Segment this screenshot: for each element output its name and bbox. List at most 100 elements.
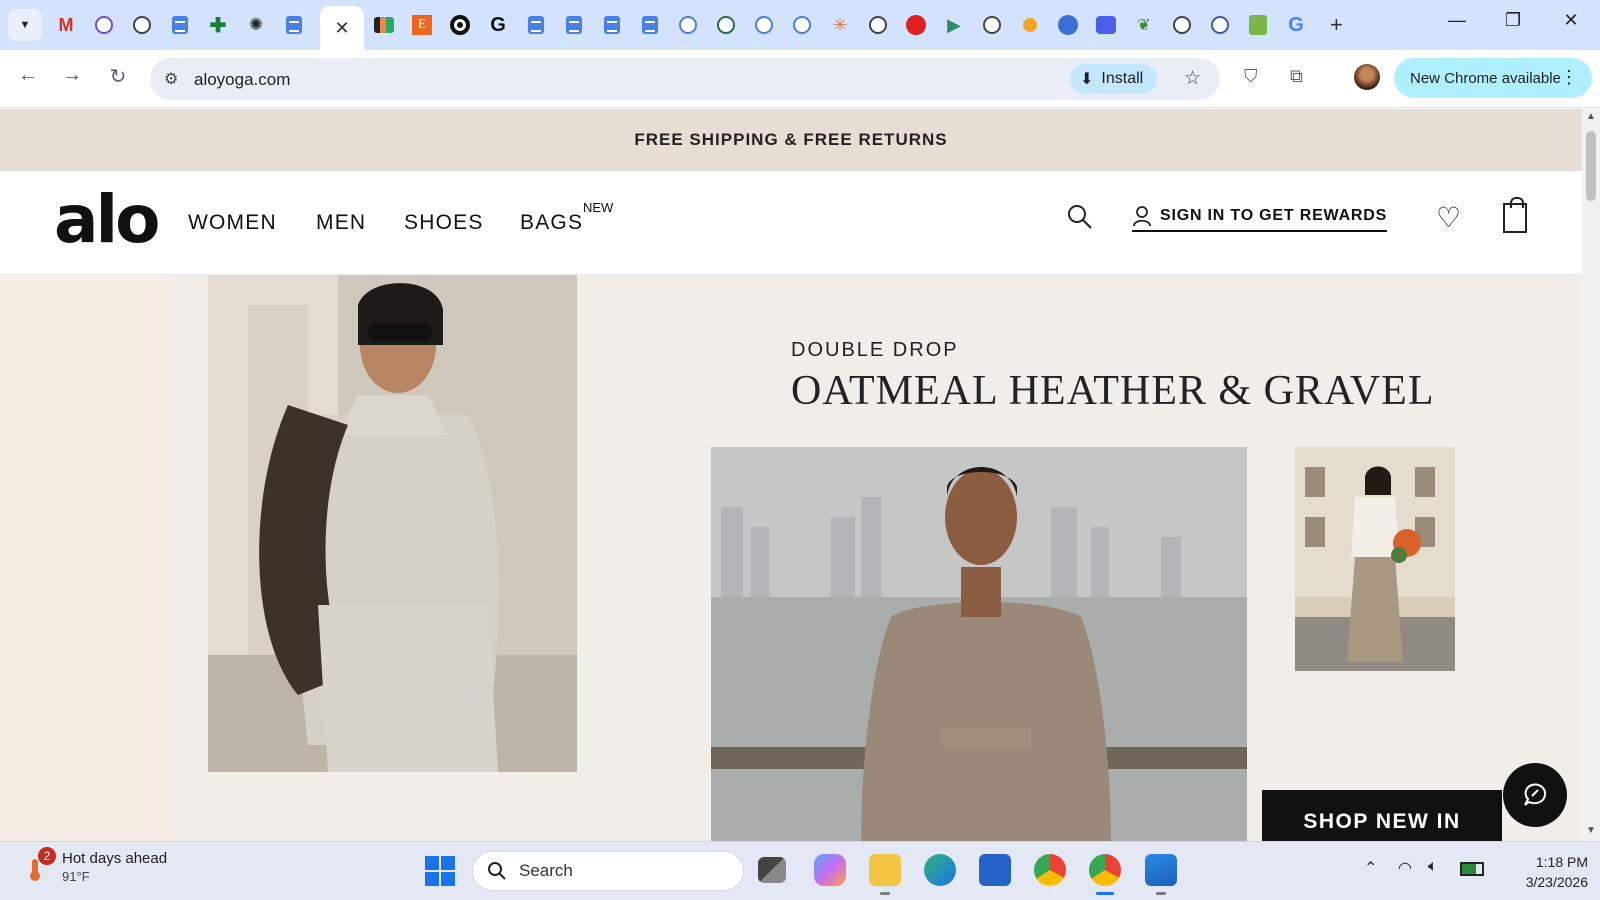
site-icon	[1058, 15, 1078, 35]
running-indicator	[1156, 892, 1166, 895]
tab-google[interactable]: G	[1284, 13, 1308, 37]
tab-search-button[interactable]: ▼	[8, 9, 42, 41]
window-close-icon[interactable]: ✕	[1556, 10, 1586, 31]
tab-docs[interactable]	[638, 13, 662, 37]
close-icon[interactable]: ✕	[334, 18, 349, 39]
site-icon	[95, 16, 113, 34]
task-view-icon[interactable]	[758, 857, 786, 883]
tab-site[interactable]	[448, 13, 472, 37]
shield-extension-icon[interactable]: ⛉	[1244, 66, 1258, 87]
google-icon	[1173, 16, 1191, 34]
microsoft-store-icon[interactable]	[979, 854, 1011, 886]
tab-site[interactable]	[790, 13, 814, 37]
search-icon[interactable]	[1066, 203, 1094, 231]
back-icon[interactable]: ←	[14, 64, 42, 87]
tab-docs[interactable]	[282, 13, 306, 37]
tab-docs[interactable]	[524, 13, 548, 37]
hero-photo-left[interactable]	[208, 275, 577, 772]
volume-icon[interactable]: 🔈︎	[1428, 858, 1438, 876]
windows-taskbar: 2 Hot days ahead 91°F Search ⌃ ◠ 🔈︎ 1:18…	[0, 841, 1600, 900]
shopping-bag-icon[interactable]	[1503, 197, 1527, 233]
nav-shoes[interactable]: SHOES	[404, 211, 484, 235]
forward-icon[interactable]: →	[58, 64, 86, 87]
chrome-icon[interactable]	[1034, 854, 1066, 886]
hero-photo-center[interactable]	[711, 447, 1247, 841]
profile-avatar[interactable]	[1354, 64, 1380, 90]
announcement-text: FREE SHIPPING & FREE RETURNS	[634, 130, 948, 149]
tab-youtube[interactable]	[904, 13, 928, 37]
url-text[interactable]: aloyoga.com	[194, 70, 290, 90]
tab-docs[interactable]	[168, 13, 192, 37]
edge-icon[interactable]	[924, 854, 956, 886]
hero-photo-right[interactable]	[1295, 447, 1455, 671]
tab-site[interactable]	[676, 13, 700, 37]
weather-widget[interactable]: 2 Hot days ahead 91°F	[24, 847, 167, 884]
tab-gmail[interactable]: M	[54, 13, 78, 37]
chevron-up-icon[interactable]: ⌃	[1364, 858, 1377, 878]
site-icon	[793, 16, 811, 34]
tab-docs[interactable]	[600, 13, 624, 37]
system-clock[interactable]: 1:18 PM 3/23/2026	[1508, 852, 1588, 892]
tab-etsy[interactable]: E	[410, 13, 434, 37]
wishlist-heart-icon[interactable]: ♡	[1436, 201, 1461, 234]
file-explorer-icon[interactable]	[869, 854, 901, 886]
scroll-up-icon[interactable]: ▲	[1586, 111, 1596, 122]
tab-site[interactable]	[980, 13, 1004, 37]
battery-icon[interactable]	[1460, 862, 1484, 876]
tab-claude[interactable]: ✳	[828, 13, 852, 37]
tab-site[interactable]	[1094, 13, 1118, 37]
youtube-icon	[906, 15, 926, 35]
shopping-bag-icon	[374, 17, 394, 33]
photos-icon[interactable]	[1145, 854, 1177, 886]
alo-logo[interactable]: alo	[54, 181, 161, 258]
minimize-icon[interactable]: —	[1442, 10, 1472, 31]
bookmark-star-icon[interactable]: ☆	[1184, 67, 1201, 90]
nav-men[interactable]: MEN	[316, 211, 366, 235]
tab-amazon[interactable]	[866, 13, 890, 37]
sign-in-rewards-link[interactable]: SIGN IN TO GET REWARDS	[1132, 205, 1388, 232]
tab-site[interactable]	[1018, 13, 1042, 37]
etsy-icon: E	[412, 15, 432, 35]
site-info-icon[interactable]: ⚙	[164, 69, 178, 89]
site-icon	[450, 15, 470, 35]
tab-site[interactable]	[1056, 13, 1080, 37]
update-chrome-button[interactable]: New Chrome available ⋮	[1394, 58, 1592, 98]
install-app-button[interactable]: ⬇ Install	[1070, 64, 1158, 94]
tab-site[interactable]	[92, 13, 116, 37]
address-bar[interactable]: ⚙ aloyoga.com ⬇ Install ☆	[150, 58, 1220, 100]
reload-icon[interactable]: ↻	[104, 64, 132, 89]
copilot-icon[interactable]	[814, 854, 846, 886]
start-button[interactable]	[425, 856, 455, 886]
hero-banner[interactable]: DOUBLE DROP OATMEAL HEATHER & GRAVEL SHO…	[0, 275, 1582, 841]
scroll-down-icon[interactable]: ▼	[1586, 825, 1596, 836]
tab-sheets[interactable]: ✚	[206, 13, 230, 37]
chrome-profile-icon[interactable]	[1089, 854, 1121, 886]
new-tab-button[interactable]: +	[1330, 12, 1343, 38]
chat-button[interactable]	[1503, 763, 1567, 827]
tab-site[interactable]: ❦	[1132, 13, 1156, 37]
shop-new-in-button[interactable]: SHOP NEW IN	[1262, 790, 1502, 841]
nav-bags[interactable]: BAGS	[520, 211, 583, 235]
tab-shop[interactable]	[372, 13, 396, 37]
tab-site[interactable]	[1208, 13, 1232, 37]
tab-play[interactable]: ▶	[942, 13, 966, 37]
nav-women[interactable]: WOMEN	[188, 211, 277, 235]
tab-site[interactable]	[714, 13, 738, 37]
thermometer-icon: 2	[24, 847, 56, 881]
taskbar-search[interactable]: Search	[472, 851, 744, 891]
tab-google[interactable]: G	[486, 13, 510, 37]
extensions-puzzle-icon[interactable]: ⧉	[1290, 66, 1303, 87]
page-scrollbar[interactable]: ▲ ▼	[1582, 109, 1600, 841]
tab-google[interactable]	[1170, 13, 1194, 37]
tab-site[interactable]	[752, 13, 776, 37]
kebab-menu-icon[interactable]: ⋮	[1560, 67, 1578, 88]
tab-docs[interactable]	[562, 13, 586, 37]
restore-icon[interactable]: ❐	[1498, 10, 1528, 31]
scrollbar-thumb[interactable]	[1586, 131, 1596, 201]
tab-shopify[interactable]	[1246, 13, 1270, 37]
wifi-icon[interactable]: ◠	[1398, 858, 1412, 878]
tab-site[interactable]	[130, 13, 154, 37]
tab-active-aloyoga[interactable]: ✕	[320, 6, 364, 50]
tab-chatgpt[interactable]: ✺	[244, 13, 268, 37]
update-label: New Chrome available	[1410, 69, 1561, 87]
